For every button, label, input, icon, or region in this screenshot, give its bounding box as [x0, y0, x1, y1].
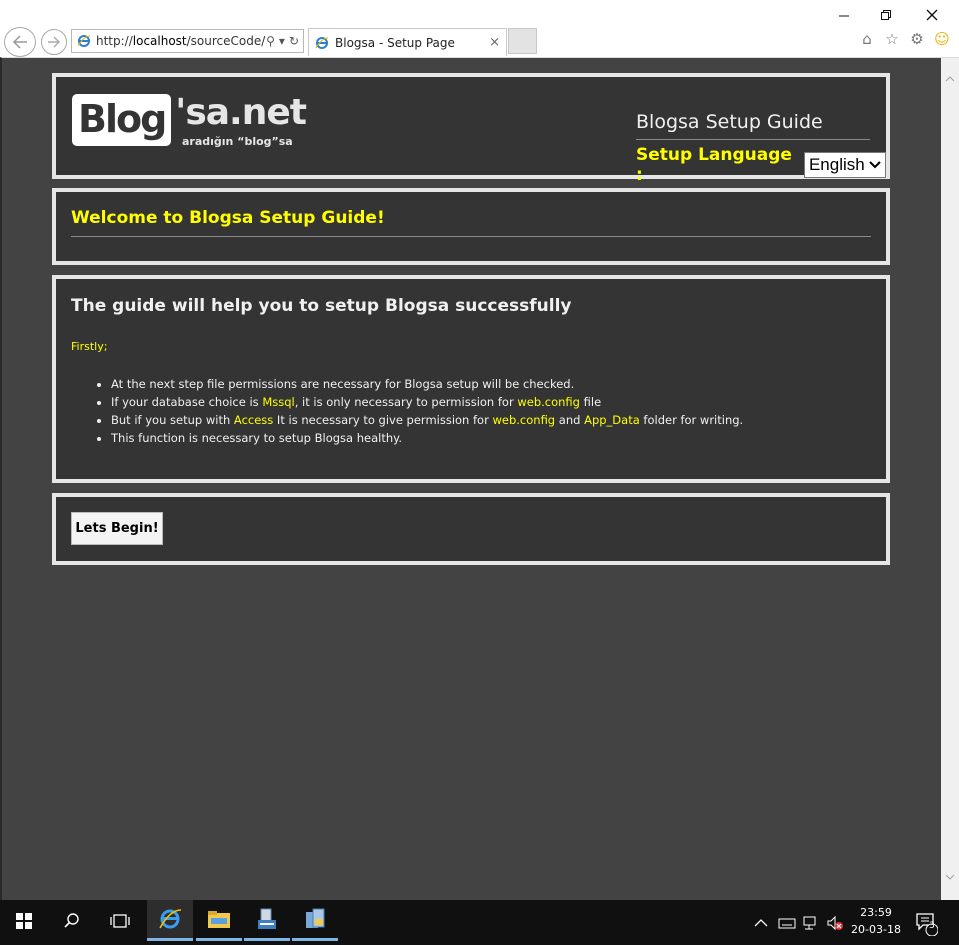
notification-count: 3: [929, 921, 935, 931]
list-item: If your database choice is Mssql, it is …: [111, 393, 743, 411]
scroll-up-icon[interactable]: [941, 70, 959, 88]
search-icon[interactable]: ⚲: [266, 34, 275, 48]
restore-icon[interactable]: [868, 4, 904, 26]
windows-start-icon[interactable]: [0, 900, 48, 941]
tab-title: Blogsa - Setup Page: [335, 35, 455, 50]
firstly-label: Firstly;: [71, 340, 108, 353]
url-text: http://localhost/sourceCode/: [96, 34, 266, 48]
list-item-text: and: [555, 413, 585, 427]
system-clock[interactable]: 23:59 20-03-18: [848, 904, 904, 938]
list-item-text: This function is necessary to setup Blog…: [111, 431, 402, 445]
forward-arrow-icon[interactable]: [41, 29, 67, 55]
info-list: At the next step file permissions are ne…: [71, 375, 743, 447]
info-heading: The guide will help you to setup Blogsa …: [71, 296, 572, 316]
mssql-highlight: Mssql: [262, 395, 295, 409]
action-panel: Lets Begin!: [52, 493, 890, 565]
keyboard-icon[interactable]: [778, 900, 796, 945]
search-icon[interactable]: [48, 900, 96, 941]
list-item: At the next step file permissions are ne…: [111, 375, 743, 393]
file-explorer-icon[interactable]: [196, 900, 242, 941]
appdata-highlight: App_Data: [584, 413, 640, 427]
feedback-smiley-icon[interactable]: ☺: [933, 30, 951, 48]
settings-gear-icon[interactable]: ⚙: [908, 30, 926, 48]
task-view-icon[interactable]: [96, 900, 144, 941]
list-item-text: If your database choice is: [111, 395, 263, 409]
refresh-icon[interactable]: ↻: [289, 34, 299, 48]
show-hidden-icons-chevron-icon[interactable]: [754, 900, 768, 945]
url-path: /sourceCode/: [186, 34, 266, 48]
chevron-down-icon: [869, 161, 881, 169]
language-select[interactable]: English: [803, 152, 886, 178]
minimize-icon[interactable]: [826, 4, 862, 26]
list-item-text: , it is only necessary to permission for: [294, 395, 518, 409]
language-label: Setup Language :: [636, 145, 792, 185]
action-center-icon[interactable]: 3: [914, 900, 938, 945]
lets-begin-button[interactable]: Lets Begin!: [71, 512, 163, 545]
setup-guide-title: Blogsa Setup Guide: [636, 111, 870, 140]
home-icon[interactable]: ⌂: [858, 30, 876, 48]
list-item-text: But if you setup with: [111, 413, 234, 427]
windows-taskbar: 3: [0, 900, 959, 945]
header-panel: Blog 'sa.net aradığın “blog”sa Blogsa Se…: [52, 73, 890, 185]
list-item-text: At the next step file permissions are ne…: [111, 377, 575, 391]
blogsa-logo[interactable]: Blog 'sa.net aradığın “blog”sa: [72, 92, 307, 148]
ie-page-icon: [77, 35, 91, 47]
webconfig-highlight: web.config: [517, 395, 580, 409]
access-highlight: Access: [233, 413, 274, 427]
dropdown-arrow-icon[interactable]: ▾: [279, 34, 285, 48]
welcome-heading: Welcome to Blogsa Setup Guide!: [71, 208, 871, 237]
info-panel: The guide will help you to setup Blogsa …: [52, 275, 890, 483]
language-selected-value: English: [808, 155, 865, 174]
url-prefix: http://: [96, 34, 133, 48]
logo-sanet-text: 'sa.net: [175, 92, 307, 133]
network-icon[interactable]: [802, 900, 820, 945]
browser-toolbar: http://localhost/sourceCode/ ⚲ ▾ ↻ Blogs…: [0, 27, 959, 58]
iis-manager-icon[interactable]: [292, 900, 338, 941]
logo-blog-text: Blog: [72, 94, 172, 146]
volume-muted-icon[interactable]: [826, 900, 844, 945]
vertical-scrollbar[interactable]: [941, 58, 959, 900]
list-item-text: It is necessary to give permission for: [273, 413, 493, 427]
back-arrow-icon[interactable]: [4, 27, 36, 57]
clock-date: 20-03-18: [851, 923, 901, 936]
url-host: localhost: [132, 34, 187, 48]
list-item-text: file: [579, 395, 602, 409]
ie-tab-icon: [315, 36, 329, 49]
address-bar[interactable]: http://localhost/sourceCode/ ⚲ ▾ ↻: [71, 29, 304, 53]
logo-tagline: aradığın “blog”sa: [182, 135, 293, 148]
new-tab-button[interactable]: [508, 28, 537, 54]
list-item-text: folder for writing.: [639, 413, 744, 427]
welcome-panel: Welcome to Blogsa Setup Guide!: [52, 188, 890, 265]
language-row: Setup Language : English: [636, 145, 886, 185]
list-item: But if you setup with Access It is neces…: [111, 411, 743, 429]
scroll-down-icon[interactable]: [941, 868, 959, 886]
close-icon[interactable]: [914, 4, 950, 26]
webconfig-highlight: web.config: [492, 413, 556, 427]
clock-time: 23:59: [860, 906, 892, 919]
favorites-star-icon[interactable]: ☆: [883, 30, 901, 48]
tab-blogsa-setup[interactable]: Blogsa - Setup Page ×: [308, 28, 507, 56]
internet-explorer-icon[interactable]: [147, 900, 193, 941]
window-titlebar: [0, 0, 959, 30]
server-manager-icon[interactable]: [244, 900, 290, 941]
tab-close-icon[interactable]: ×: [489, 35, 500, 50]
list-item: This function is necessary to setup Blog…: [111, 429, 743, 447]
